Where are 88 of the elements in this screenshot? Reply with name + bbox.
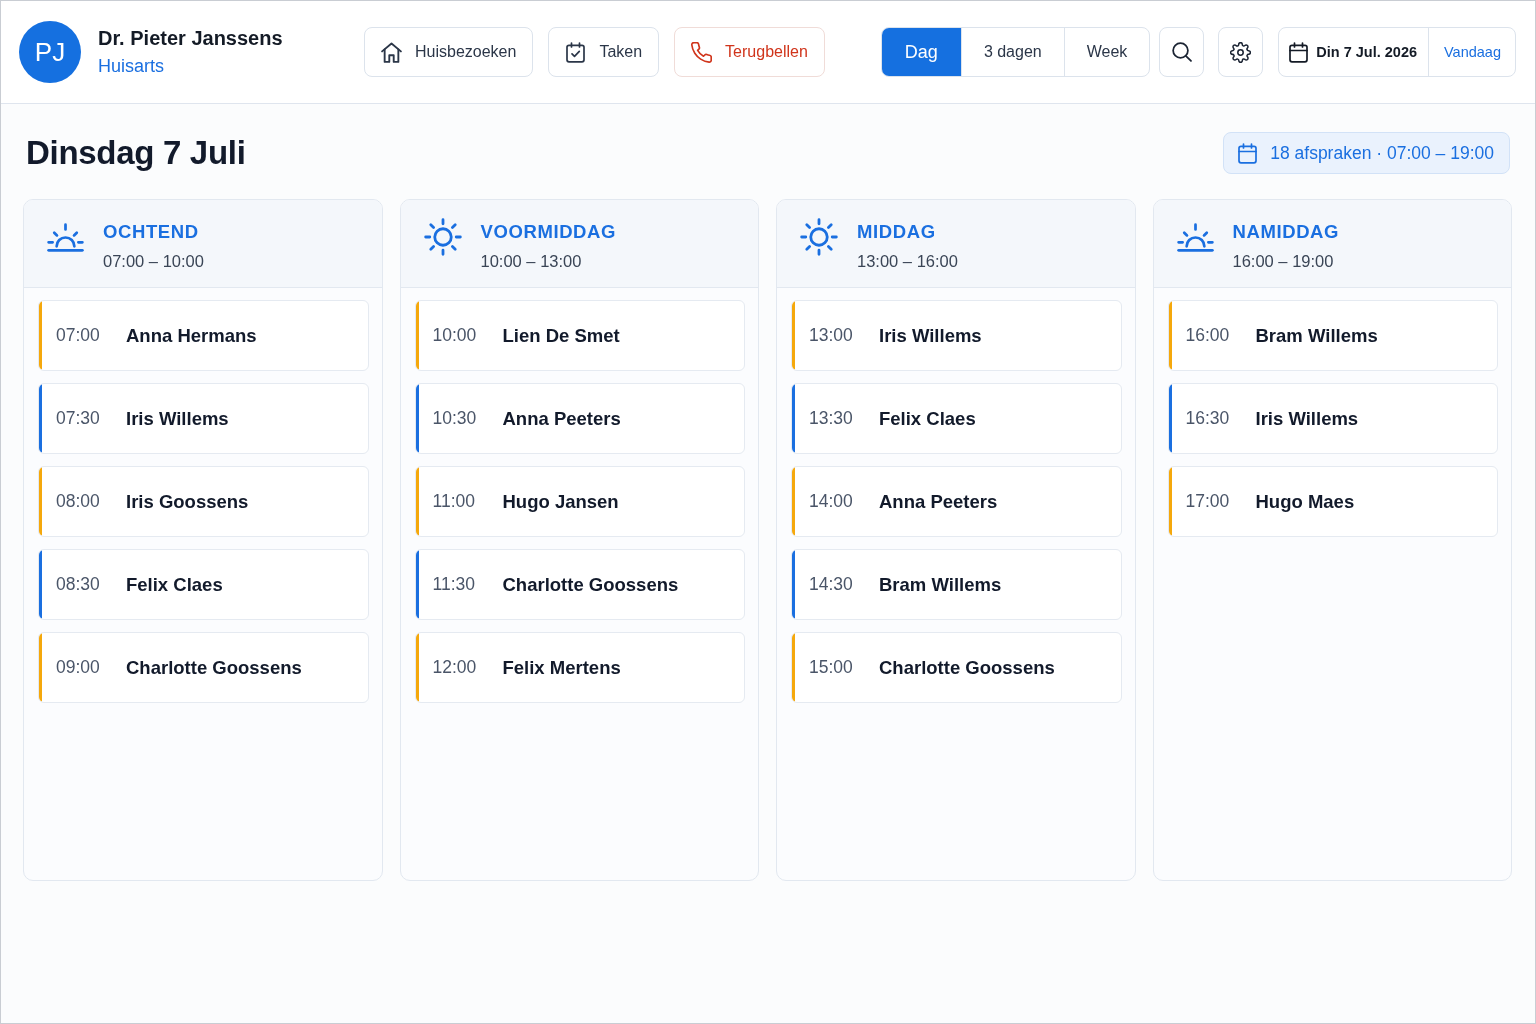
patient-name: Bram Willems — [1255, 324, 1378, 347]
period-time-range: 16:00 – 19:00 — [1232, 252, 1335, 271]
day-title: Dinsdag 7 Juli — [26, 134, 246, 172]
appointment-time: 13:00 — [809, 325, 854, 346]
sunrise-icon — [47, 223, 84, 252]
avatar: PJ — [19, 21, 81, 83]
search-button[interactable] — [1159, 27, 1205, 77]
appointment-time: 16:30 — [1185, 408, 1231, 429]
appointment-time: 14:30 — [809, 574, 854, 595]
doctor-name: Dr. Pieter Janssens — [98, 27, 283, 50]
appointment-card[interactable]: 10:00 Lien De Smet — [414, 300, 745, 371]
patient-name: Charlotte Goossens — [502, 573, 679, 596]
patient-name: Anna Peeters — [879, 490, 998, 513]
period-time-range: 10:00 – 13:00 — [480, 252, 583, 271]
patient-name: Anna Hermans — [126, 324, 257, 347]
settings-button[interactable] — [1218, 27, 1264, 77]
appointment-card[interactable]: 16:30 Iris Willems — [1167, 383, 1498, 454]
patient-name: Lien De Smet — [502, 324, 620, 347]
house-icon — [381, 41, 402, 63]
patient-name: Hugo Jansen — [502, 490, 619, 513]
appointment-card[interactable]: 12:00 Felix Mertens — [414, 632, 745, 703]
period-time-range: 07:00 – 10:00 — [103, 252, 204, 271]
sun-icon — [423, 218, 462, 256]
calendar-icon — [1238, 142, 1258, 164]
appointment-time: 09:00 — [56, 657, 101, 678]
appointment-time: 10:00 — [432, 325, 478, 346]
settings-icon — [1230, 41, 1252, 63]
appointment-summary: 18 afspraken · 07:00 – 19:00 — [1270, 142, 1494, 164]
patient-name: Felix Mertens — [502, 656, 621, 679]
appointment-card[interactable]: 14:00 Anna Peeters — [791, 466, 1122, 537]
view-tab[interactable]: 3 dagen — [960, 28, 1064, 76]
appointment-card[interactable]: 16:00 Bram Willems — [1167, 300, 1498, 371]
view-tab[interactable]: Week — [1063, 28, 1150, 76]
patient-name: Felix Claes — [879, 407, 976, 430]
patient-name: Iris Willems — [879, 324, 982, 347]
appointment-time: 12:00 — [432, 657, 478, 678]
appointment-card[interactable]: 14:30 Bram Willems — [791, 549, 1122, 620]
appointment-card[interactable]: 08:30 Felix Claes — [38, 549, 369, 620]
appointment-card[interactable]: 09:00 Charlotte Goossens — [38, 632, 369, 703]
appointment-time: 13:30 — [809, 408, 854, 429]
today-button[interactable]: Vandaag — [1428, 28, 1515, 76]
calendar-check-icon — [565, 41, 587, 63]
patient-name: Anna Peeters — [502, 407, 621, 430]
patient-name: Felix Claes — [126, 573, 223, 596]
toolbar-button[interactable]: Huisbezoeken — [364, 27, 534, 77]
period-title: NAMIDDAG — [1232, 221, 1340, 243]
appointment-card[interactable]: 17:00 Hugo Maes — [1167, 466, 1498, 537]
appointment-card[interactable]: 13:30 Felix Claes — [791, 383, 1122, 454]
appointment-card[interactable]: 07:30 Iris Willems — [38, 383, 369, 454]
appointment-time: 07:30 — [56, 408, 101, 429]
view-tab[interactable]: Dag — [881, 28, 961, 76]
sun-icon — [800, 218, 838, 256]
appointment-time: 16:00 — [1185, 325, 1231, 346]
patient-name: Hugo Maes — [1255, 490, 1355, 513]
patient-name: Iris Goossens — [126, 490, 249, 513]
sunrise-icon — [1176, 223, 1214, 252]
appointment-time: 07:00 — [56, 325, 101, 346]
appointment-time: 08:30 — [56, 574, 101, 595]
toolbar-button[interactable]: Taken — [548, 27, 660, 77]
appointment-time: 17:00 — [1185, 491, 1231, 512]
patient-name: Charlotte Goossens — [126, 656, 302, 679]
appointment-card[interactable]: 07:00 Anna Hermans — [38, 300, 369, 371]
doctor-role: Huisarts — [98, 56, 165, 77]
period-title: OCHTEND — [103, 221, 200, 243]
appointment-time: 15:00 — [809, 657, 854, 678]
patient-name: Bram Willems — [879, 573, 1002, 596]
appointment-time: 11:00 — [432, 491, 476, 512]
appointment-card[interactable]: 08:00 Iris Goossens — [38, 466, 369, 537]
appointment-card[interactable]: 15:00 Charlotte Goossens — [791, 632, 1122, 703]
date-button[interactable]: Din 7 Jul. 2026 — [1279, 28, 1428, 76]
appointment-time: 11:30 — [432, 574, 476, 595]
toolbar-button[interactable]: Terugbellen — [674, 27, 825, 77]
appointment-card[interactable]: 11:30 Charlotte Goossens — [414, 549, 745, 620]
appointment-time: 08:00 — [56, 491, 101, 512]
calendar-icon — [1289, 41, 1309, 63]
appointment-card[interactable]: 10:30 Anna Peeters — [414, 383, 745, 454]
period-title: MIDDAG — [857, 221, 937, 243]
appointment-time: 10:30 — [432, 408, 478, 429]
period-time-range: 13:00 – 16:00 — [857, 252, 958, 271]
appointment-card[interactable]: 11:00 Hugo Jansen — [414, 466, 745, 537]
appointment-card[interactable]: 13:00 Iris Willems — [791, 300, 1122, 371]
patient-name: Iris Willems — [1255, 407, 1359, 430]
patient-name: Charlotte Goossens — [879, 656, 1055, 679]
patient-name: Iris Willems — [126, 407, 229, 430]
appointment-time: 14:00 — [809, 491, 854, 512]
phone-icon — [691, 41, 713, 63]
period-title: VOORMIDDAG — [480, 221, 616, 243]
search-icon — [1171, 42, 1192, 62]
